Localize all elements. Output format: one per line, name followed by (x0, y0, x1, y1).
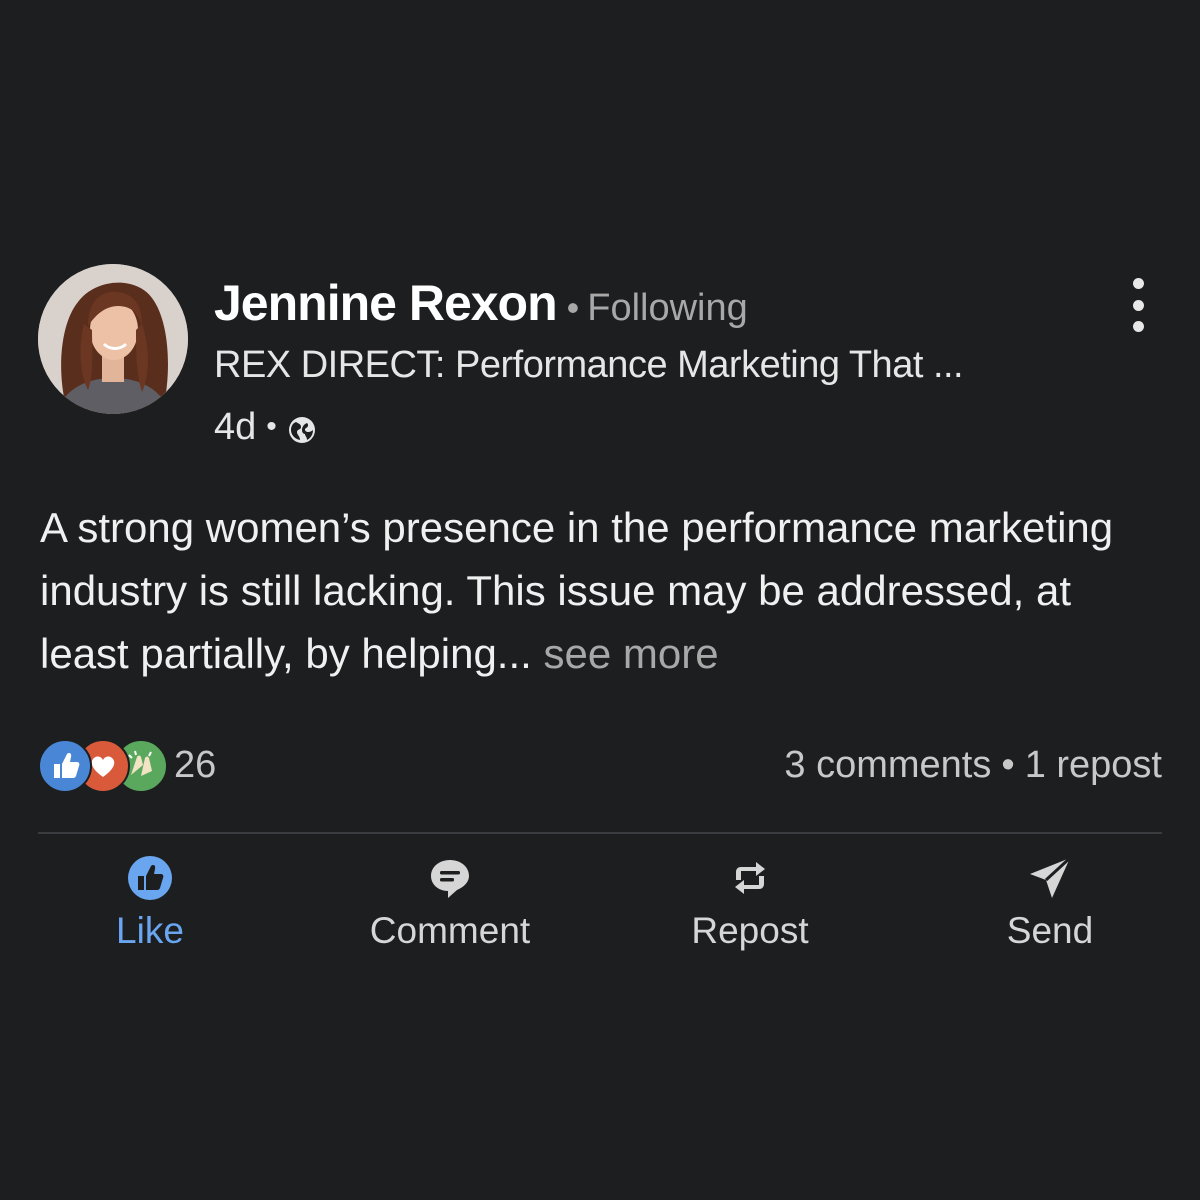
like-button[interactable]: Like (30, 852, 270, 962)
reaction-count: 26 (174, 743, 217, 786)
see-more-link[interactable]: see more (544, 630, 719, 677)
comments-count[interactable]: 3 comments (784, 744, 991, 787)
post-meta: 4d • (214, 402, 317, 452)
menu-dot (1132, 299, 1144, 311)
feed-post: Jennine Rexon • Following REX DIRECT: Pe… (0, 0, 1200, 1200)
author-headline: REX DIRECT: Performance Marketing That .… (214, 344, 964, 386)
send-icon (1024, 852, 1076, 904)
reaction-icons (38, 738, 168, 793)
engagement-stats: 3 comments • 1 repost (784, 738, 1162, 792)
more-vertical-icon[interactable] (1118, 278, 1158, 332)
thumbs-up-icon (124, 852, 176, 904)
menu-dot (1132, 278, 1144, 289)
author-avatar[interactable] (38, 264, 188, 414)
follow-status: Following (587, 287, 748, 329)
comment-icon (424, 852, 476, 904)
repost-label: Repost (691, 910, 809, 951)
comment-label: Comment (369, 910, 531, 951)
like-reaction-icon (38, 739, 92, 793)
like-label: Like (116, 910, 184, 951)
separator-dot: • (566, 287, 580, 328)
separator-dot: • (266, 410, 277, 443)
post-age: 4d (214, 405, 257, 448)
avatar-photo (38, 264, 188, 414)
post-body: A strong women’s presence in the perform… (40, 496, 1170, 685)
send-button[interactable]: Send (930, 852, 1170, 962)
author-line: Jennine Rexon • Following (214, 274, 748, 334)
globe-icon (287, 415, 317, 445)
divider (38, 832, 1162, 834)
menu-dot (1132, 321, 1144, 332)
separator-dot: • (1001, 743, 1015, 786)
reactions-summary[interactable]: 26 (38, 738, 217, 793)
author-name[interactable]: Jennine Rexon (214, 274, 558, 332)
repost-icon (724, 852, 776, 904)
repost-button[interactable]: Repost (630, 852, 870, 962)
send-label: Send (1006, 910, 1094, 951)
reposts-count[interactable]: 1 repost (1025, 744, 1162, 787)
comment-button[interactable]: Comment (330, 852, 570, 962)
